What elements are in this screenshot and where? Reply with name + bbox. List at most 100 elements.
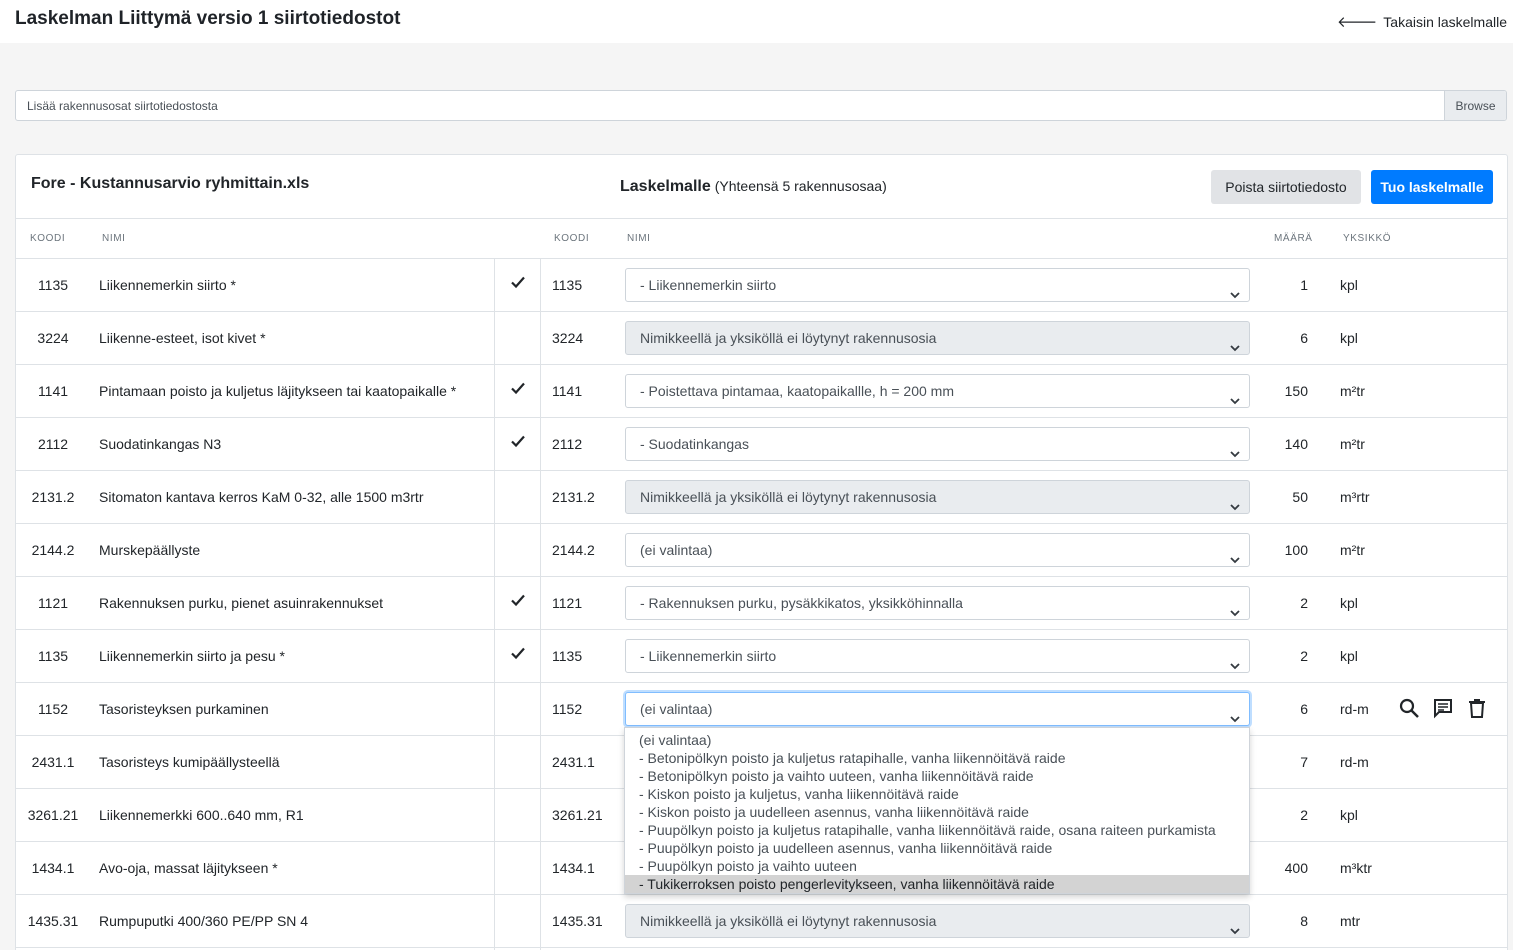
row-unit: kpl	[1340, 807, 1358, 823]
col-header-qty: MÄÄRÄ	[1274, 233, 1313, 244]
row-quantity: 6	[1300, 330, 1308, 346]
row-target-code: 1121	[552, 595, 583, 611]
check-icon	[510, 433, 526, 449]
dropdown-option[interactable]: (ei valintaa)	[625, 731, 1249, 749]
laskelma-title: Laskelmalle (Yhteensä 5 rakennusosaa)	[620, 178, 887, 196]
row-unit: m²tr	[1340, 542, 1365, 558]
row-quantity: 2	[1300, 807, 1308, 823]
component-select[interactable]: - Rakennuksen purku, pysäkkikatos, yksik…	[625, 586, 1250, 620]
table-row: 2144.2 Murskepäällyste 2144.2 (ei valintaa)…	[16, 524, 1507, 577]
row-unit: kpl	[1340, 648, 1358, 664]
chevron-down-icon	[1229, 916, 1241, 935]
row-target-code: 2431.1	[552, 754, 595, 770]
row-unit: rd-m	[1340, 701, 1369, 717]
row-unit: kpl	[1340, 277, 1358, 293]
component-select-value: - Liikennemerkin siirto	[640, 648, 777, 664]
back-link-label: Takaisin laskelmalle	[1383, 13, 1507, 30]
upload-file-input[interactable]: Lisää rakennusosat siirtotiedostosta Bro…	[15, 90, 1507, 121]
component-select: Nimikkeellä ja yksiköllä ei löytynyt rak…	[625, 904, 1250, 938]
dropdown-option[interactable]: - Betonipölkyn poisto ja kuljetus ratapi…	[625, 749, 1249, 767]
component-select[interactable]: - Liikennemerkin siirto	[625, 639, 1250, 673]
component-select-value: Nimikkeellä ja yksiköllä ei löytynyt rak…	[640, 330, 937, 346]
row-unit: m³rtr	[1340, 489, 1370, 505]
row-code: 2131.2	[31, 489, 75, 505]
component-select-value: Nimikkeellä ja yksiköllä ei löytynyt rak…	[640, 489, 937, 505]
dropdown-option[interactable]: - Betonipölkyn poisto ja vaihto uuteen, …	[625, 767, 1249, 785]
row-quantity: 8	[1300, 913, 1308, 929]
search-icon[interactable]	[1398, 697, 1420, 719]
table-row: 1141 Pintamaan poisto ja kuljetus läjityk…	[16, 365, 1507, 418]
table-row: 2112 Suodatinkangas N3 2112 - Suodatinkanga…	[16, 418, 1507, 471]
col-header-left-code: KOODI	[30, 233, 66, 244]
row-unit: kpl	[1340, 330, 1358, 346]
check-icon	[510, 380, 526, 396]
select-dropdown-list[interactable]: (ei valintaa) - Betonipölkyn poisto ja ku…	[624, 727, 1250, 894]
row-name: Tasoristeyksen purkaminen	[99, 701, 269, 717]
laskelma-title-label: Laskelmalle	[620, 178, 711, 195]
component-select-value: - Rakennuksen purku, pysäkkikatos, yksik…	[640, 595, 963, 611]
trash-icon[interactable]	[1466, 697, 1488, 719]
row-code: 1121	[37, 595, 69, 611]
chevron-down-icon	[1229, 439, 1241, 458]
row-name: Tasoristeys kumipäällysteellä	[99, 754, 280, 770]
row-unit: mtr	[1340, 913, 1361, 929]
dropdown-option[interactable]: - Kiskon poisto ja uudelleen asennus, va…	[625, 803, 1249, 821]
row-name: Avo-oja, massat läjitykseen *	[99, 860, 278, 876]
row-name: Sitomaton kantava kerros KaM 0-32, alle …	[99, 489, 424, 505]
col-header-right-name: NIMI	[627, 233, 651, 244]
component-select[interactable]: (ei valintaa)	[625, 692, 1250, 726]
component-select[interactable]: - Liikennemerkin siirto	[625, 268, 1250, 302]
component-select-value: Nimikkeellä ja yksiköllä ei löytynyt rak…	[640, 913, 937, 929]
row-name: Liikennemerkin siirto *	[99, 277, 236, 293]
row-name: Liikennemerkin siirto ja pesu *	[99, 648, 285, 664]
component-select: Nimikkeellä ja yksiköllä ei löytynyt rak…	[625, 480, 1250, 514]
import-to-calculation-button[interactable]: Tuo laskelmalle	[1371, 170, 1493, 204]
comment-icon[interactable]	[1432, 697, 1454, 719]
col-header-unit: YKSIKKÖ	[1343, 233, 1392, 244]
row-code: 2112	[37, 436, 69, 452]
row-code: 3224	[37, 330, 69, 346]
arrow-left-icon: 🡐	[1337, 14, 1378, 31]
top-bar: Laskelman Liittymä versio 1 siirtotiedos…	[0, 0, 1513, 43]
row-target-code: 1434.1	[552, 860, 595, 876]
row-target-code: 1135	[552, 648, 583, 664]
dropdown-option[interactable]: - Puupölkyn poisto ja kuljetus ratapihal…	[625, 821, 1249, 839]
chevron-down-icon	[1229, 651, 1241, 670]
row-actions	[1398, 697, 1488, 719]
browse-button[interactable]: Browse	[1444, 91, 1506, 120]
component-select-value: - Suodatinkangas	[640, 436, 749, 452]
row-name: Liikenne-esteet, isot kivet *	[99, 330, 266, 346]
row-code: 2144.2	[31, 542, 75, 558]
component-select[interactable]: (ei valintaa)	[625, 533, 1250, 567]
table-row: 1121 Rakennuksen purku, pienet asuinraken…	[16, 577, 1507, 630]
dropdown-option[interactable]: - Kiskon poisto ja kuljetus, vanha liike…	[625, 785, 1249, 803]
row-code: 1435.31	[27, 913, 79, 929]
chevron-down-icon	[1229, 333, 1241, 352]
row-quantity: 150	[1284, 383, 1308, 399]
dropdown-option[interactable]: - Puupölkyn poisto ja uudelleen asennus,…	[625, 839, 1249, 857]
row-quantity: 400	[1284, 860, 1308, 876]
row-quantity: 1	[1300, 277, 1308, 293]
row-code: 1135	[37, 277, 69, 293]
row-code: 2431.1	[31, 754, 75, 770]
row-name: Liikennemerkki 600..640 mm, R1	[99, 807, 304, 823]
check-icon	[510, 645, 526, 661]
row-quantity: 6	[1300, 701, 1308, 717]
table-row: 1435.31 Rumpuputki 400/360 PE/PP SN 4 1435…	[16, 895, 1507, 948]
laskelma-count: (Yhteensä 5 rakennusosaa)	[714, 178, 887, 194]
row-unit: m³ktr	[1340, 860, 1372, 876]
back-to-calculation-link[interactable]: 🡐 Takaisin laskelmalle	[1337, 12, 1507, 32]
delete-transfer-file-button[interactable]: Poista siirtotiedosto	[1211, 170, 1361, 204]
chevron-down-icon	[1229, 598, 1241, 617]
component-select[interactable]: - Suodatinkangas	[625, 427, 1250, 461]
row-code: 1152	[37, 701, 69, 717]
row-code: 3261.21	[27, 807, 79, 823]
row-name: Pintamaan poisto ja kuljetus läjitykseen…	[99, 383, 457, 399]
dropdown-option[interactable]: - Puupölkyn poisto ja vaihto uuteen	[625, 857, 1249, 875]
chevron-down-icon	[1229, 280, 1241, 299]
component-select[interactable]: - Poistettava pintamaa, kaatopaikallle, …	[625, 374, 1250, 408]
dropdown-option[interactable]: - Tukikerroksen poisto pengerlevitykseen…	[625, 875, 1249, 893]
col-header-right-code: KOODI	[554, 233, 590, 244]
row-quantity: 7	[1300, 754, 1308, 770]
row-target-code: 1152	[552, 701, 583, 717]
